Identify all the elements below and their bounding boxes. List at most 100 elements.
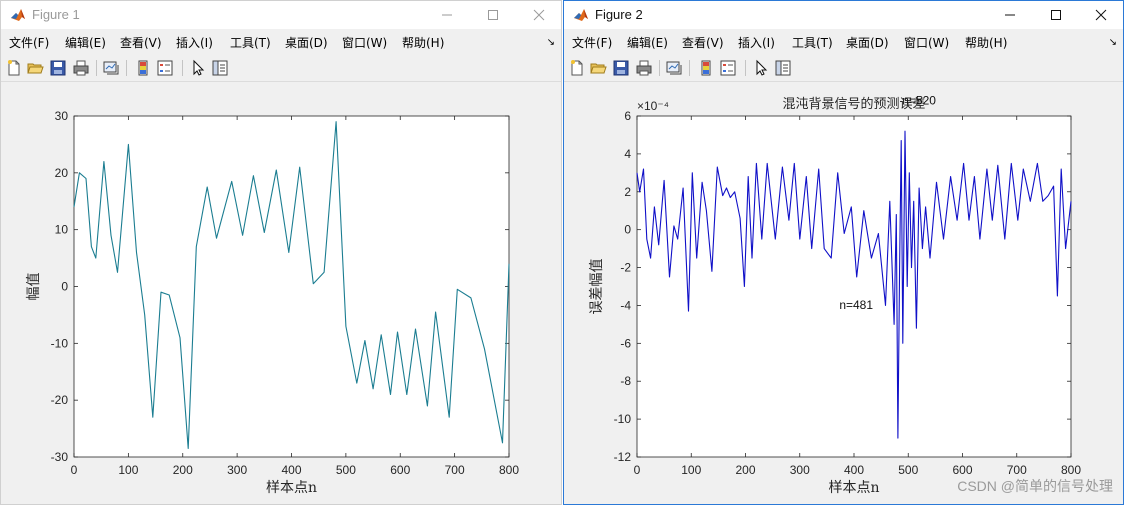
minimize-button[interactable] [424,1,470,29]
menu-bar: 文件(F) 编辑(E) 查看(V) 插入(I) 工具(T) 桌面(D) 窗口(W… [564,31,1123,53]
menu-file[interactable]: 文件(F) [9,34,49,51]
y-tick-label: -30 [51,450,69,464]
toolbar [564,56,1123,82]
figure2-window: Figure 2 文件(F) 编辑(E) 查看(V) 插入(I) 工具(T) 桌… [563,0,1124,505]
y-tick-label: -12 [614,450,632,464]
colorbar-icon[interactable] [697,59,715,77]
menu-overflow-icon[interactable]: ↘ [547,37,555,48]
y-axis-label: 幅值 [26,273,42,301]
menu-view[interactable]: 查看(V) [120,34,162,51]
menu-edit[interactable]: 编辑(E) [627,34,668,51]
y-tick-label: -10 [51,336,69,350]
axes-box [73,115,510,458]
y-tick-label: 30 [55,109,69,123]
title-bar[interactable]: Figure 1 [1,1,561,29]
legend-icon[interactable] [156,59,174,77]
new-figure-icon[interactable] [568,59,586,77]
minimize-icon [1005,14,1015,16]
menu-desktop[interactable]: 桌面(D) [285,34,328,51]
plot-area[interactable]: 0 100 200 300 400 500 600 700 8003020100-10-20-3… [1,83,561,504]
y-tick-label: 0 [624,223,631,237]
menu-window[interactable]: 窗口(W) [904,34,949,51]
menu-insert[interactable]: 插入(I) [176,34,213,51]
x-axis-label: 样本点n [266,480,317,496]
print-icon[interactable] [72,59,90,77]
x-tick-label: 300 [227,463,247,477]
colorbar-icon[interactable] [134,59,152,77]
x-tick-label: 0 [71,463,78,477]
legend-icon[interactable] [719,59,737,77]
y-tick-label: 20 [55,166,69,180]
save-icon[interactable] [49,59,67,77]
new-figure-icon[interactable] [5,59,23,77]
y-axis-label: 误差幅值 [589,259,605,315]
property-editor-icon[interactable] [774,59,792,77]
x-axis-label: 样本点n [828,480,879,496]
y-tick-label: -6 [620,336,631,350]
matlab-logo-icon [573,7,589,23]
menu-tools[interactable]: 工具(T) [792,34,833,51]
pointer-icon[interactable] [189,59,207,77]
toolbar-separator [96,60,97,76]
menu-bar: 文件(F) 编辑(E) 查看(V) 插入(I) 工具(T) 桌面(D) 窗口(W… [1,31,561,53]
menu-file[interactable]: 文件(F) [572,34,612,51]
toolbar-separator [659,60,660,76]
data-annotation: n=520 [902,94,936,108]
maximize-icon [488,10,498,20]
menu-edit[interactable]: 编辑(E) [65,34,106,51]
menu-help[interactable]: 帮助(H) [965,34,1007,51]
x-tick-label: 100 [118,463,138,477]
x-tick-label: 700 [445,463,465,477]
maximize-button[interactable] [470,1,516,29]
x-tick-label: 600 [390,463,410,477]
menu-view[interactable]: 查看(V) [682,34,724,51]
y-tick-label: 10 [55,223,69,237]
menu-desktop[interactable]: 桌面(D) [846,34,889,51]
plot-area[interactable]: 0 100 200 300 400 500 600 700 800 6 4 2 0 -2 -4 -6 -8 -10… [564,83,1123,504]
x-tick-label: 100 [681,463,701,477]
close-icon [1095,9,1107,21]
print-icon[interactable] [635,59,653,77]
menu-insert[interactable]: 插入(I) [738,34,775,51]
data-annotation: n=481 [839,298,873,312]
x-tick-label: 600 [952,463,972,477]
link-plot-icon[interactable] [665,59,683,77]
y-tick-label: -8 [620,374,631,388]
y-tick-label: 2 [624,185,631,199]
x-tick-label: 500 [336,463,356,477]
minimize-icon [442,14,452,16]
x-tick-label: 700 [1007,463,1027,477]
title-bar[interactable]: Figure 2 [564,1,1123,29]
watermark: CSDN @简单的信号处理 [957,478,1113,494]
y-tick-label: -2 [620,261,631,275]
open-file-icon[interactable] [589,59,607,77]
window-title: Figure 2 [595,7,643,22]
y-tick-label: 4 [624,147,631,161]
link-plot-icon[interactable] [102,59,120,77]
x-tick-label: 400 [281,463,301,477]
figure1-window: Figure 1 文件(F) 编辑(E) 查看(V) 插入(I) 工具(T) 桌… [0,0,562,505]
matlab-logo-icon [10,7,26,23]
y-tick-label: -20 [51,393,69,407]
menu-help[interactable]: 帮助(H) [402,34,444,51]
toolbar-separator [745,60,746,76]
open-file-icon[interactable] [26,59,44,77]
close-button[interactable] [1078,1,1123,29]
save-icon[interactable] [612,59,630,77]
x-tick-label: 500 [898,463,918,477]
x-tick-label: 300 [790,463,810,477]
window-title: Figure 1 [32,7,80,22]
toolbar-separator [689,60,690,76]
menu-window[interactable]: 窗口(W) [342,34,387,51]
x-tick-label: 200 [173,463,193,477]
property-editor-icon[interactable] [211,59,229,77]
pointer-icon[interactable] [752,59,770,77]
maximize-button[interactable] [1033,1,1079,29]
close-button[interactable] [516,1,561,29]
x-tick-label: 0 [634,463,641,477]
axes-box [636,115,1072,458]
y-tick-label: -10 [614,412,632,426]
minimize-button[interactable] [987,1,1033,29]
menu-overflow-icon[interactable]: ↘ [1109,37,1117,48]
menu-tools[interactable]: 工具(T) [230,34,271,51]
